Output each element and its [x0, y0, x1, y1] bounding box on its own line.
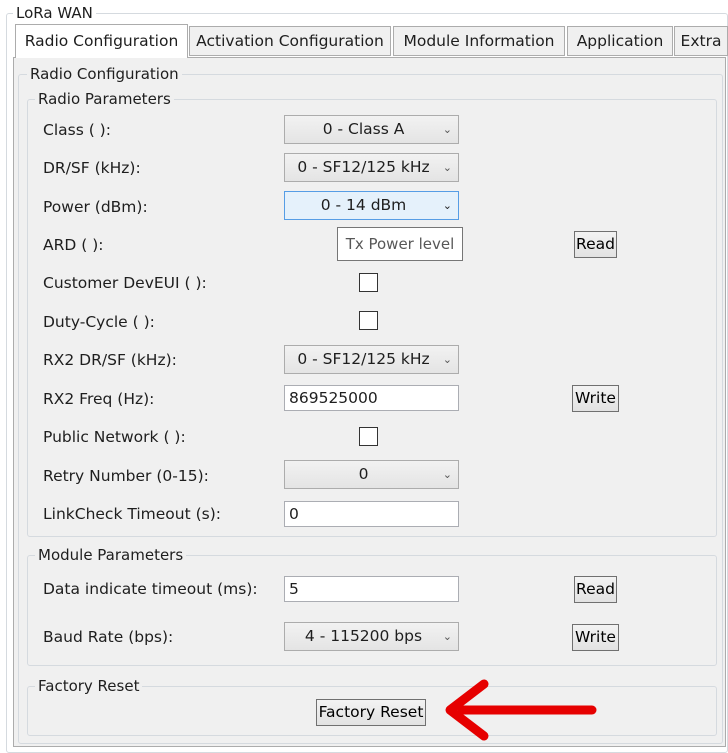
- module-read-button[interactable]: Read: [574, 576, 617, 603]
- lora-wan-title: LoRa WAN: [13, 4, 96, 22]
- public-network-label: Public Network ( ):: [43, 428, 186, 446]
- tab-extra[interactable]: Extra: [674, 26, 728, 56]
- chevron-down-icon: ⌄: [442, 468, 452, 481]
- class-label: Class ( ):: [43, 121, 111, 139]
- dr-sf-label: DR/SF (kHz):: [43, 159, 141, 177]
- power-label: Power (dBm):: [43, 198, 148, 216]
- tab-module-information[interactable]: Module Information: [393, 26, 565, 56]
- class-select[interactable]: 0 - Class A ⌄: [284, 115, 459, 144]
- customer-deveui-checkbox[interactable]: [359, 273, 378, 292]
- radio-write-button[interactable]: Write: [572, 385, 619, 412]
- class-select-value: 0 - Class A: [322, 120, 405, 138]
- rx2-dr-sf-label: RX2 DR/SF (kHz):: [43, 351, 177, 369]
- retry-number-select-value: 0: [358, 465, 369, 483]
- ard-label: ARD ( ):: [43, 236, 104, 254]
- rx2-dr-sf-select[interactable]: 0 - SF12/125 kHz ⌄: [284, 345, 459, 374]
- retry-number-select[interactable]: 0 ⌄: [284, 460, 459, 489]
- chevron-down-icon: ⌄: [442, 123, 452, 136]
- radio-parameters-title: Radio Parameters: [35, 90, 174, 108]
- chevron-down-icon: ⌄: [442, 630, 452, 643]
- module-parameters-title: Module Parameters: [35, 546, 187, 564]
- radio-read-button[interactable]: Read: [574, 231, 617, 258]
- power-tooltip: Tx Power level: [337, 227, 463, 261]
- retry-number-label: Retry Number (0-15):: [43, 467, 209, 485]
- linkcheck-timeout-input[interactable]: [284, 501, 459, 527]
- chevron-down-icon: ⌄: [442, 353, 452, 366]
- red-arrow-annotation: [445, 679, 597, 741]
- baud-rate-select-value: 4 - 115200 bps: [304, 627, 423, 645]
- data-indicate-timeout-label: Data indicate timeout (ms):: [43, 580, 258, 598]
- power-select[interactable]: 0 - 14 dBm ⌄: [284, 191, 459, 220]
- module-write-button[interactable]: Write: [572, 624, 619, 651]
- baud-rate-label: Baud Rate (bps):: [43, 628, 174, 646]
- factory-reset-title: Factory Reset: [35, 677, 143, 695]
- radio-configuration-title: Radio Configuration: [27, 65, 182, 83]
- rx2-freq-label: RX2 Freq (Hz):: [43, 390, 155, 408]
- duty-cycle-label: Duty-Cycle ( ):: [43, 313, 155, 331]
- baud-rate-select[interactable]: 4 - 115200 bps ⌄: [284, 622, 459, 651]
- tab-application[interactable]: Application: [567, 26, 673, 56]
- factory-reset-button[interactable]: Factory Reset: [316, 699, 426, 726]
- duty-cycle-checkbox[interactable]: [359, 311, 378, 330]
- power-select-value: 0 - 14 dBm: [320, 196, 407, 214]
- chevron-down-icon: ⌄: [442, 161, 452, 174]
- linkcheck-timeout-label: LinkCheck Timeout (s):: [43, 505, 221, 523]
- dr-sf-select[interactable]: 0 - SF12/125 kHz ⌄: [284, 153, 459, 182]
- rx2-freq-input[interactable]: [284, 385, 459, 411]
- public-network-checkbox[interactable]: [359, 427, 378, 446]
- data-indicate-timeout-input[interactable]: [284, 576, 459, 602]
- customer-deveui-label: Customer DevEUI ( ):: [43, 274, 207, 292]
- tab-activation-configuration[interactable]: Activation Configuration: [189, 26, 391, 56]
- tab-radio-configuration[interactable]: Radio Configuration: [15, 24, 188, 58]
- dr-sf-select-value: 0 - SF12/125 kHz: [297, 158, 430, 176]
- rx2-dr-sf-select-value: 0 - SF12/125 kHz: [297, 350, 430, 368]
- chevron-down-icon: ⌄: [442, 199, 452, 212]
